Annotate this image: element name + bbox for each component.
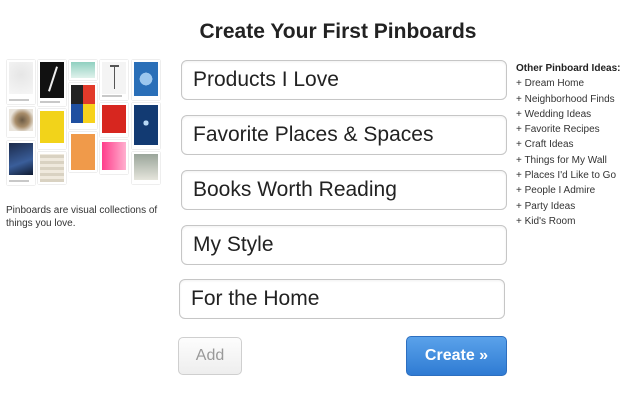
preview-pin <box>100 103 128 137</box>
idea-item[interactable]: + Places I'd Like to Go <box>516 168 638 183</box>
preview-pin <box>7 60 35 104</box>
preview-pin <box>38 152 66 184</box>
create-button[interactable]: Create » <box>406 336 507 376</box>
preview-pin <box>7 141 35 185</box>
idea-item[interactable]: + People I Admire <box>516 183 638 198</box>
idea-item[interactable]: + Dream Home <box>516 76 638 91</box>
idea-item[interactable]: + Wedding Ideas <box>516 107 638 122</box>
board-name-input-4[interactable] <box>181 225 507 265</box>
board-name-input-5[interactable] <box>179 279 505 319</box>
other-ideas-heading: Other Pinboard Ideas: <box>516 63 621 74</box>
idea-item[interactable]: + Things for My Wall <box>516 153 638 168</box>
preview-pin <box>69 83 97 129</box>
preview-pin <box>132 60 160 100</box>
idea-item[interactable]: + Kid's Room <box>516 214 638 229</box>
board-name-input-1[interactable] <box>181 60 507 100</box>
preview-pin <box>38 109 66 149</box>
board-name-input-2[interactable] <box>181 115 507 155</box>
idea-item[interactable]: + Party Ideas <box>516 199 638 214</box>
page-title: Create Your First Pinboards <box>199 20 477 43</box>
preview-pin <box>69 60 97 80</box>
preview-pin <box>132 152 160 184</box>
idea-item[interactable]: + Favorite Recipes <box>516 122 638 137</box>
preview-pin <box>132 103 160 149</box>
idea-item[interactable]: + Neighborhood Finds <box>516 92 638 107</box>
board-name-input-3[interactable] <box>181 170 507 210</box>
preview-pin <box>38 60 66 106</box>
add-board-button[interactable]: Add <box>178 337 242 375</box>
preview-pin <box>100 60 128 100</box>
other-ideas-list: Other Pinboard Ideas: + Dream Home + Nei… <box>516 61 638 229</box>
idea-item[interactable]: + Craft Ideas <box>516 137 638 152</box>
preview-pin <box>69 132 97 172</box>
preview-pin <box>7 107 35 137</box>
preview-pin <box>100 140 128 174</box>
pinboards-description: Pinboards are visual collections of thin… <box>6 205 158 229</box>
